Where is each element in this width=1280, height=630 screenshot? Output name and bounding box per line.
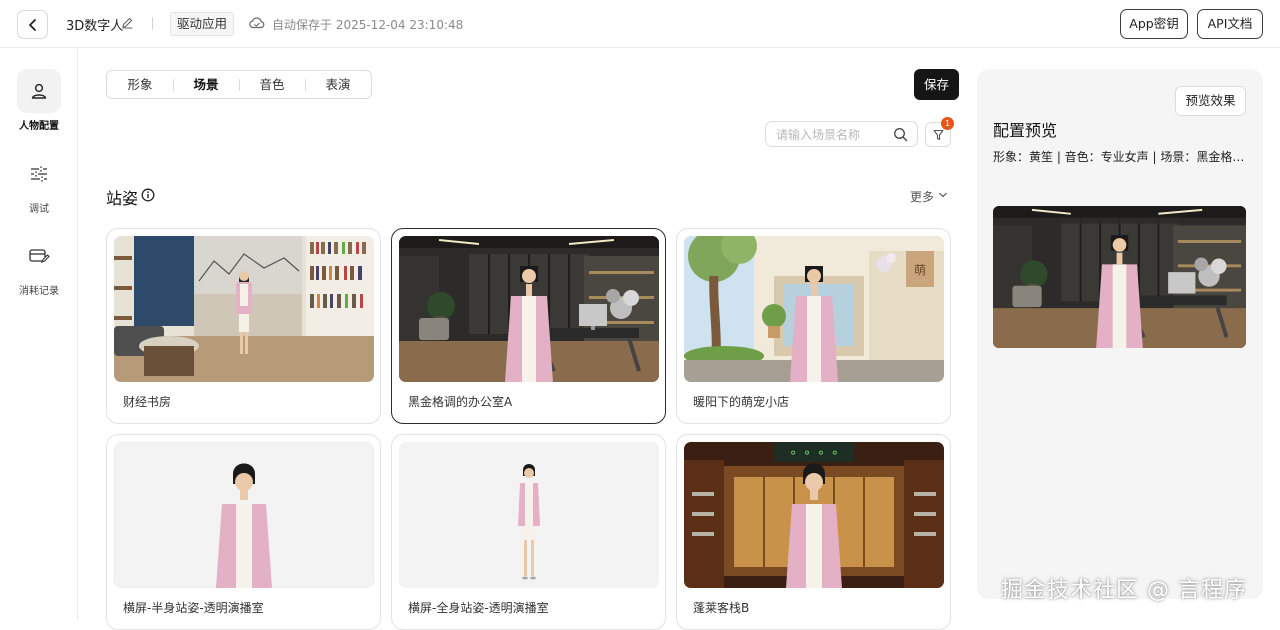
tab-voice[interactable]: 音色: [239, 71, 305, 98]
tab-scene[interactable]: 场景: [173, 71, 239, 98]
preview-image: [993, 206, 1246, 348]
svg-text:萌: 萌: [914, 263, 926, 277]
api-doc-button[interactable]: API文档: [1197, 9, 1263, 39]
scene-search: [765, 121, 918, 147]
tab-appearance[interactable]: 形象: [107, 71, 173, 98]
chevron-down-icon[interactable]: [938, 191, 948, 199]
scene-thumbnail: ⚬ ⚬ ⚬ ⚬: [684, 442, 944, 588]
header-divider: [152, 17, 153, 30]
sidebar-item-character-config[interactable]: 人物配置: [0, 69, 78, 132]
scene-card-finance-study[interactable]: 财经书房: [106, 228, 381, 424]
preview-summary: 形象：黄笙 | 音色：专业女声 | 场景：黑金格调的办公室A: [993, 150, 1247, 164]
edit-icon[interactable]: [121, 16, 134, 29]
scene-thumbnail: [399, 236, 659, 382]
section-title: 站姿: [106, 189, 139, 208]
sidebar-item-label: 消耗记录: [19, 286, 59, 297]
top-bar: 3D数字人 驱动应用 自动保存于 2025-12-04 23:10:48 App…: [0, 0, 1280, 48]
app-type-tag: 驱动应用: [170, 12, 235, 36]
watermark: 掘金技术社区 @ 言程序: [1001, 578, 1247, 603]
search-input[interactable]: [776, 126, 886, 143]
scene-card-label: 黑金格调的办公室A: [408, 395, 513, 409]
more-link[interactable]: 更多: [910, 188, 934, 205]
sliders-icon: [31, 166, 47, 182]
sidebar-item-label: 调试: [29, 204, 49, 215]
info-icon[interactable]: [141, 188, 155, 202]
search-icon[interactable]: [893, 127, 908, 142]
scene-card-half-body-studio[interactable]: 横屏-半身站姿-透明演播室: [106, 434, 381, 630]
scene-card-label: 暖阳下的萌宠小店: [693, 395, 790, 409]
tab-performance[interactable]: 表演: [305, 71, 371, 98]
scene-thumbnail: 萌: [684, 236, 944, 382]
scene-card-black-gold-office[interactable]: 黑金格调的办公室A: [391, 228, 666, 424]
filter-count-badge: 1: [941, 117, 954, 130]
chevron-left-icon: [28, 18, 36, 31]
preview-effect-button[interactable]: 预览效果: [1175, 86, 1246, 116]
scene-card-label: 蓬莱客栈B: [693, 601, 750, 615]
filter-icon: [932, 129, 944, 140]
left-sidebar: 人物配置 调试 消耗记录: [0, 48, 78, 619]
scene-card-full-body-studio[interactable]: 横屏-全身站姿-透明演播室: [391, 434, 666, 630]
app-key-button[interactable]: App密钥: [1120, 9, 1188, 39]
scene-card-label: 财经书房: [123, 395, 172, 409]
save-button[interactable]: 保存: [914, 69, 959, 100]
sidebar-item-label: 人物配置: [19, 121, 59, 132]
person-icon: [31, 83, 47, 99]
preview-title: 配置预览: [993, 121, 1058, 140]
scene-card-label: 横屏-全身站姿-透明演播室: [408, 601, 549, 615]
app-title: 3D数字人: [66, 19, 124, 34]
autosave-status: 自动保存于 2025-12-04 23:10:48: [272, 18, 464, 32]
scene-thumbnail: [114, 236, 374, 382]
scene-thumbnail: [399, 442, 659, 588]
scene-tabs: 形象 场景 音色 表演: [106, 70, 372, 99]
scene-thumbnail: [114, 442, 374, 588]
sidebar-item-debug[interactable]: 调试: [0, 152, 78, 215]
sidebar-item-usage-records[interactable]: 消耗记录: [0, 234, 78, 297]
scene-card-penglai-inn[interactable]: ⚬ ⚬ ⚬ ⚬ 蓬莱客栈B: [676, 434, 951, 630]
cloud-icon: [249, 17, 265, 29]
scene-card-pet-shop[interactable]: 萌 暖阳下的萌宠小店: [676, 228, 951, 424]
card-edit-icon: [29, 249, 50, 263]
back-button[interactable]: [17, 10, 48, 39]
svg-text:⚬ ⚬ ⚬ ⚬: ⚬ ⚬ ⚬ ⚬: [788, 446, 840, 460]
scene-card-label: 横屏-半身站姿-透明演播室: [123, 601, 264, 615]
